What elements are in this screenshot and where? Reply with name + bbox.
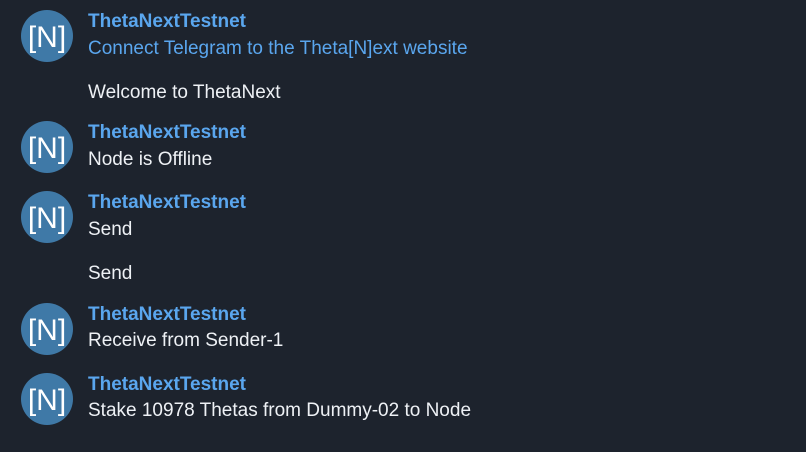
- sender-name[interactable]: ThetaNextTestnet: [88, 10, 246, 34]
- message-text: Welcome to ThetaNext: [88, 82, 281, 103]
- chat-history: [N] ThetaNextTestnet Connect Telegram to…: [0, 0, 806, 452]
- sender-name[interactable]: ThetaNextTestnet: [88, 373, 246, 397]
- svg-text:[N]: [N]: [28, 132, 66, 165]
- svg-text:[N]: [N]: [28, 21, 66, 54]
- message-text: Node is Offline: [88, 149, 213, 170]
- theta-next-logo-icon[interactable]: [N]: [21, 10, 73, 62]
- svg-text:[N]: [N]: [28, 314, 66, 347]
- message-text: Send: [88, 219, 133, 240]
- message-link[interactable]: Connect Telegram to the Theta[N]ext webs…: [88, 37, 468, 61]
- svg-text:[N]: [N]: [28, 384, 66, 417]
- message-text: Send: [88, 263, 133, 284]
- message-text: Receive from Sender-1: [88, 330, 284, 351]
- message-text: Stake 10978 Thetas from Dummy-02 to Node: [88, 400, 472, 421]
- theta-next-logo-icon[interactable]: [N]: [21, 303, 73, 355]
- sender-name[interactable]: ThetaNextTestnet: [88, 303, 246, 327]
- svg-text:[N]: [N]: [28, 202, 66, 235]
- theta-next-logo-icon[interactable]: [N]: [21, 191, 73, 243]
- sender-name[interactable]: ThetaNextTestnet: [88, 191, 246, 215]
- sender-name[interactable]: ThetaNextTestnet: [88, 121, 246, 145]
- theta-next-logo-icon[interactable]: [N]: [21, 373, 73, 425]
- theta-next-logo-icon[interactable]: [N]: [21, 121, 73, 173]
